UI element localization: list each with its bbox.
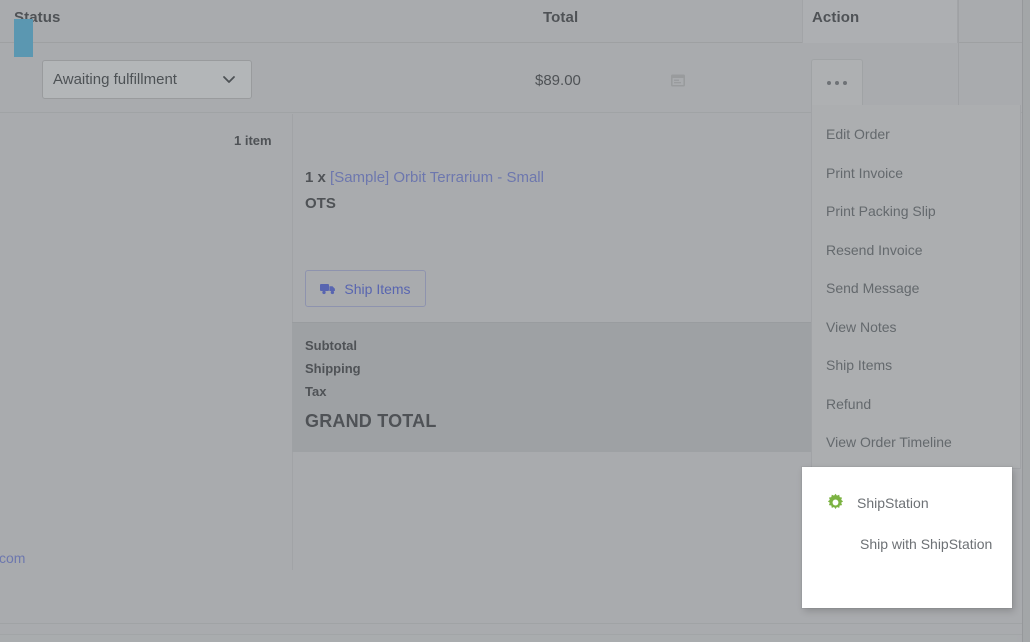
column-header-total: Total — [543, 9, 579, 26]
grand-total-label: GRAND TOTAL — [305, 411, 437, 431]
ellipsis-icon — [835, 81, 839, 85]
gear-icon — [826, 493, 845, 512]
orders-table-header: Status Total Action — [0, 0, 1030, 43]
ellipsis-icon — [827, 81, 831, 85]
menu-item-view-notes[interactable]: View Notes — [826, 319, 897, 335]
column-header-action: Action — [812, 9, 860, 26]
customer-email-link[interactable]: com — [0, 550, 25, 566]
shipping-label: Shipping — [305, 361, 361, 376]
order-total-amount: $89.00 — [535, 72, 581, 89]
line-item: 1 x [Sample] Orbit Terrarium - Small — [305, 169, 544, 186]
action-dropdown-menu: Edit Order Print Invoice Print Packing S… — [811, 105, 1021, 469]
calendar-icon — [670, 72, 686, 88]
ship-items-button[interactable]: Ship Items — [305, 270, 426, 307]
tax-label: Tax — [305, 384, 327, 399]
order-status-select[interactable]: Awaiting fulfillment — [42, 60, 252, 99]
menu-item-send-message[interactable]: Send Message — [826, 280, 919, 296]
subtotal-label: Subtotal — [305, 338, 357, 353]
menu-item-resend-invoice[interactable]: Resend Invoice — [826, 242, 923, 258]
menu-item-view-order-timeline[interactable]: View Order Timeline — [826, 434, 952, 450]
shipstation-highlight-panel: ShipStation Ship with ShipStation — [802, 467, 1012, 608]
menu-item-ship-with-shipstation[interactable]: Ship with ShipStation — [860, 536, 992, 552]
menu-item-edit-order[interactable]: Edit Order — [826, 126, 890, 142]
divider — [0, 634, 1030, 635]
order-detail-screen: Status Total Action Awaiting fulfillment… — [0, 0, 1030, 642]
truck-icon — [320, 282, 337, 295]
window-right-edge — [1022, 0, 1030, 642]
ship-items-button-label: Ship Items — [344, 280, 411, 297]
ellipsis-icon — [843, 81, 847, 85]
menu-item-print-invoice[interactable]: Print Invoice — [826, 165, 903, 181]
menu-item-print-packing-slip[interactable]: Print Packing Slip — [826, 203, 936, 219]
item-count-label: 1 item — [234, 133, 272, 148]
order-status-indicator — [14, 19, 33, 57]
line-item-product-link[interactable]: [Sample] Orbit Terrarium - Small — [330, 169, 544, 186]
order-totals-box: Subtotal Shipping Tax GRAND TOTAL — [292, 322, 822, 452]
shipstation-group-header: ShipStation — [826, 493, 929, 512]
line-item-quantity: 1 x — [305, 169, 326, 186]
line-item-sku: OTS — [305, 195, 336, 212]
shipstation-group-title: ShipStation — [857, 494, 929, 511]
menu-item-refund[interactable]: Refund — [826, 396, 871, 412]
divider — [0, 623, 1030, 624]
menu-item-ship-items[interactable]: Ship Items — [826, 357, 892, 373]
action-menu-trigger[interactable] — [811, 59, 863, 106]
